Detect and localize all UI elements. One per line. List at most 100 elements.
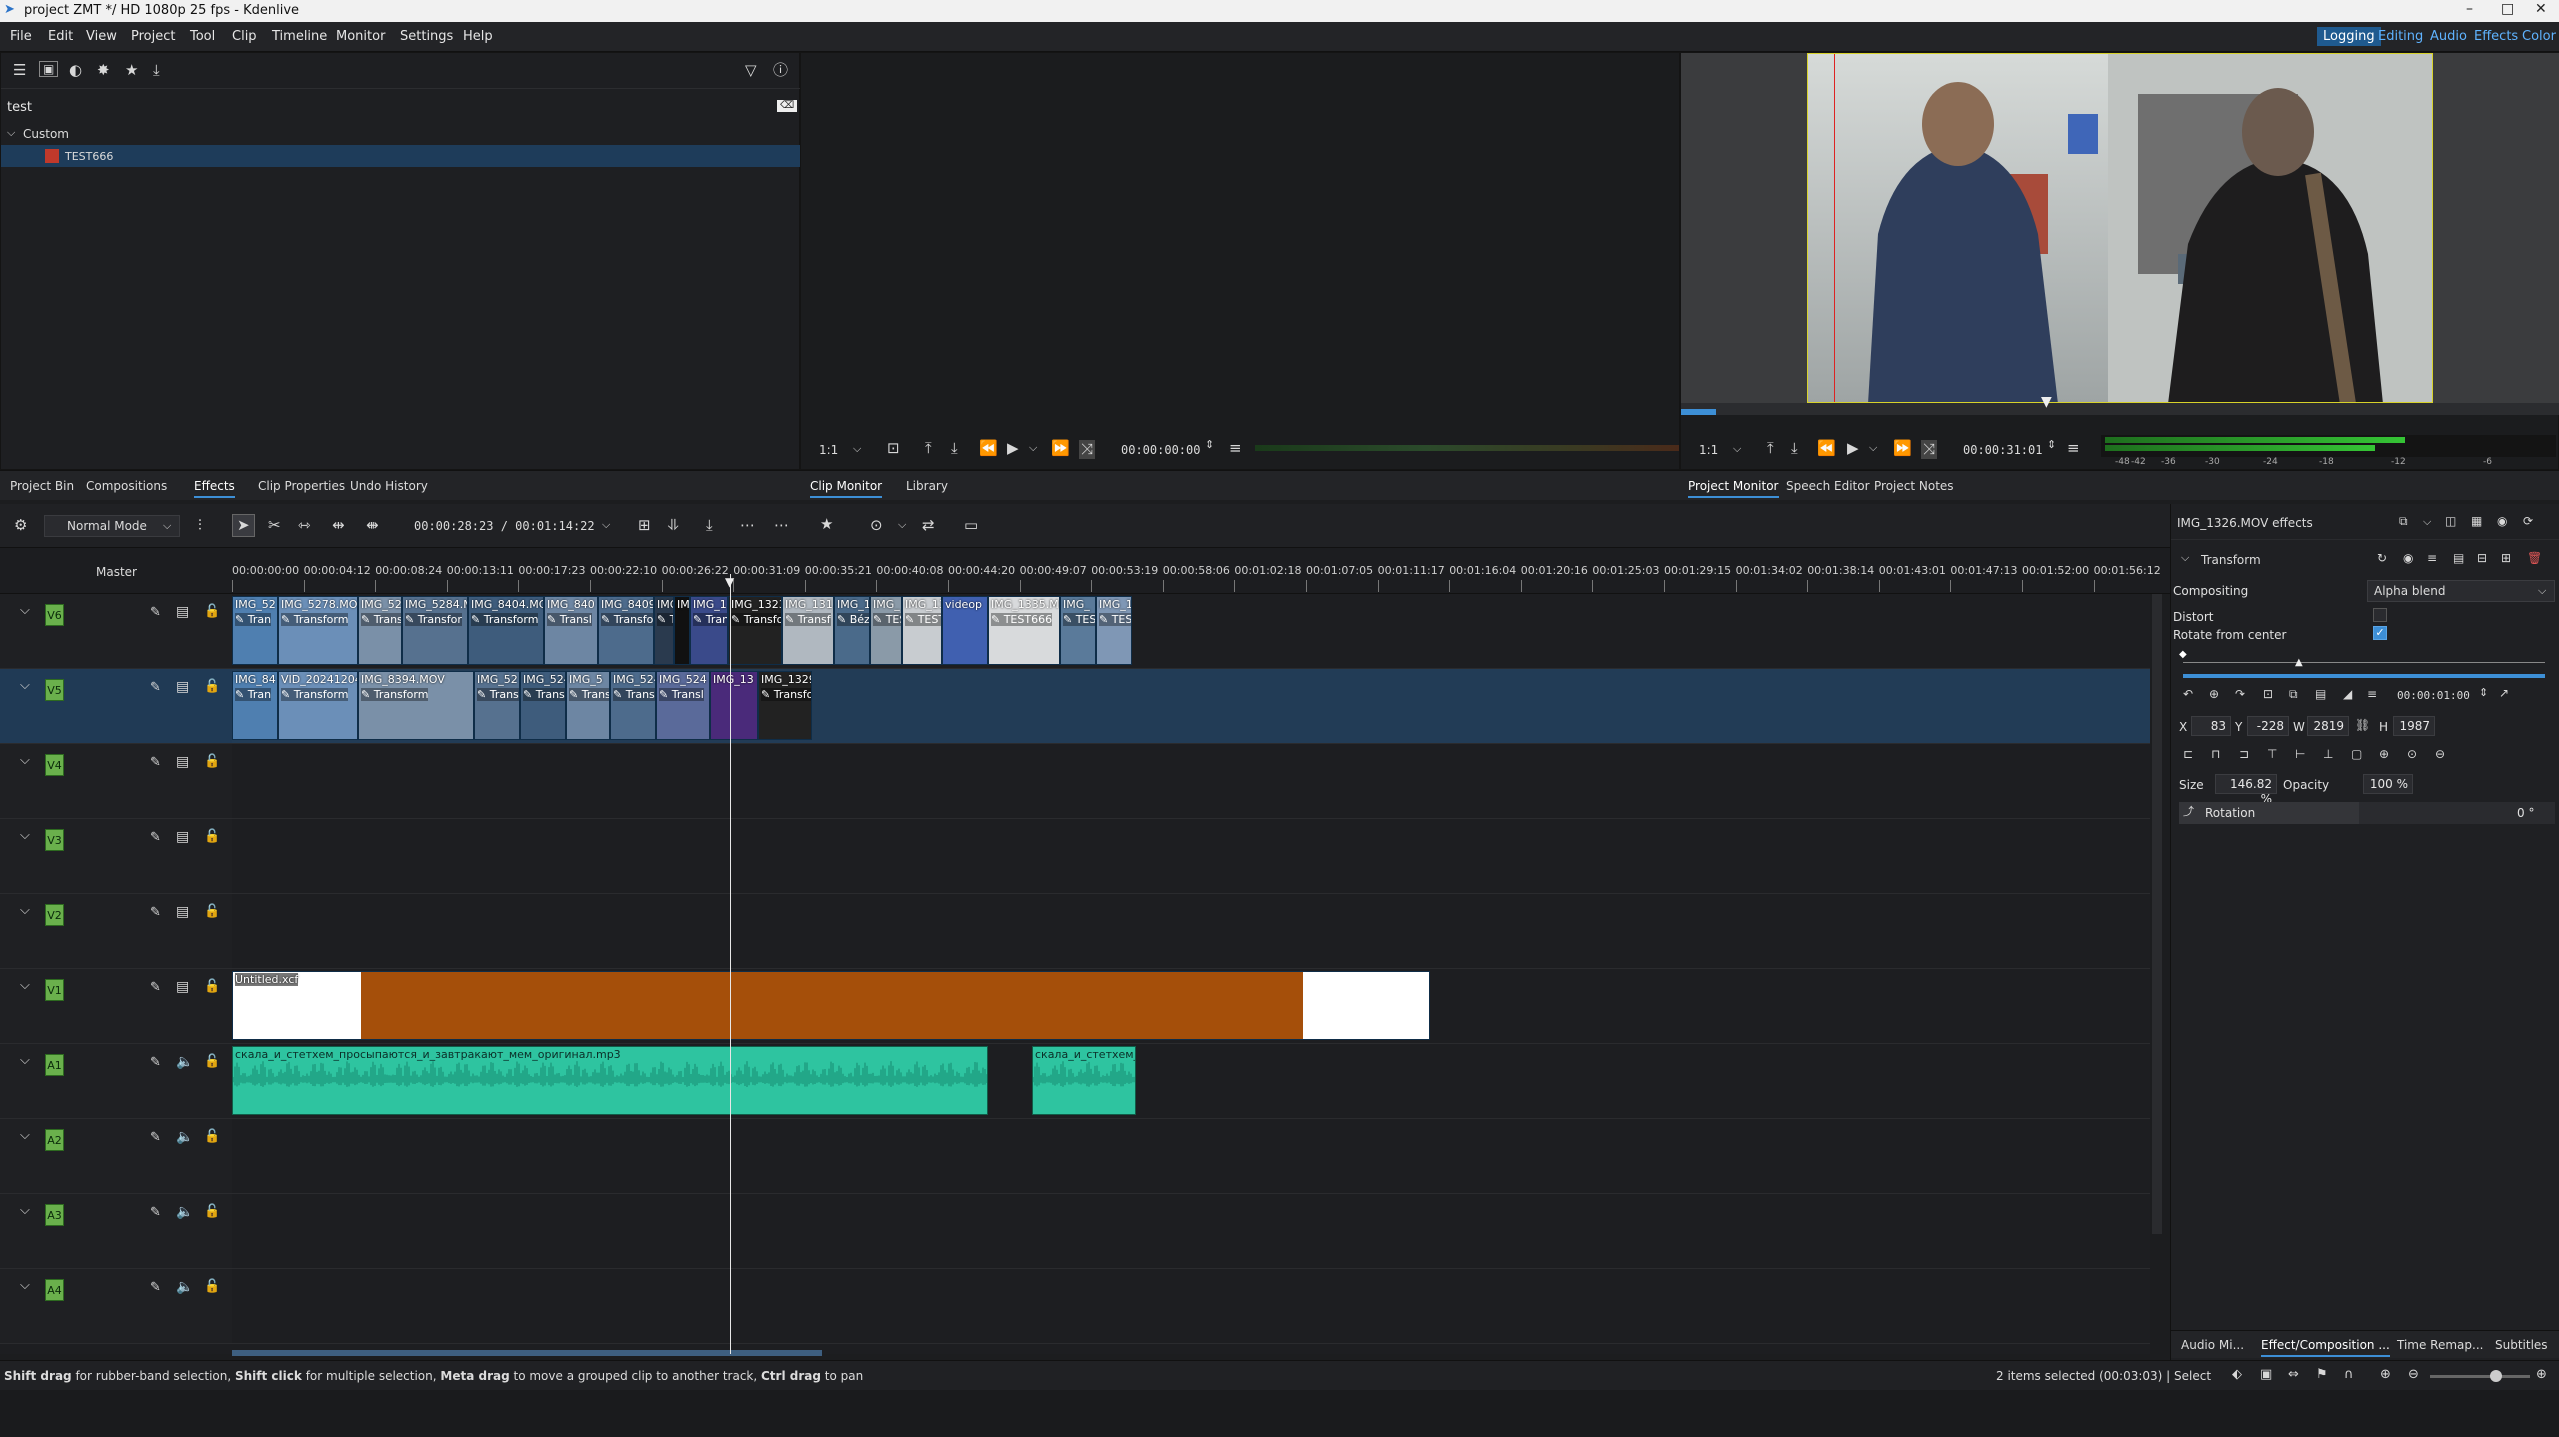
menu-file[interactable]: File	[10, 29, 32, 44]
timeline-clip[interactable]: IMG_5278.MO ✎ Transform	[278, 596, 358, 665]
hamburger-menu-icon[interactable]: ≡	[1229, 441, 1242, 456]
timeline-clip[interactable]: IMG_131 ✎ Transf	[782, 596, 834, 665]
track-lane-v3[interactable]	[232, 819, 2150, 894]
split-view-icon[interactable]: ◫	[2445, 515, 2456, 527]
favorite-effects-icon[interactable]: ★	[125, 63, 138, 78]
timeline-clip[interactable]: IMG_52 ✎ Trans	[358, 596, 402, 665]
workspace-color[interactable]: Color	[2522, 29, 2556, 44]
timeline-settings-icon[interactable]: ⚙	[14, 518, 27, 533]
chevron-down-icon[interactable]: ⌵	[20, 1054, 30, 1067]
insert-icon[interactable]: ⥥	[668, 518, 679, 533]
chevron-down-icon[interactable]: ⌵	[898, 519, 906, 530]
track-header-v4[interactable]: ⌵ V4 ✎ ▤ 🔓	[0, 744, 232, 819]
track-lane-a2[interactable]	[232, 1119, 2150, 1194]
track-lane-a3[interactable]	[232, 1194, 2150, 1269]
tab-speech-editor[interactable]: Speech Editor	[1786, 479, 1870, 493]
film-icon[interactable]: ▤	[176, 680, 189, 694]
track-header-a4[interactable]: ⌵ A4 ✎ 🔈 🔓	[0, 1269, 232, 1344]
timeline-ruler[interactable]: Master 00:00:00:00 00:00:04:12 00:00:08:24…	[0, 548, 2170, 594]
spin-icon[interactable]: ⇕	[2047, 439, 2056, 450]
zoom-out-icon[interactable]: ⊖	[2408, 1368, 2419, 1381]
paste-keyframe-icon[interactable]: ▤	[2315, 688, 2326, 700]
track-name[interactable]: V4	[45, 754, 64, 776]
workspace-audio[interactable]: Audio	[2430, 29, 2467, 44]
keyframe-marker-icon[interactable]: ◆	[2179, 650, 2187, 660]
timeline-clip[interactable]: VID_20241204 ✎ Transform	[278, 671, 358, 740]
align-right-icon[interactable]: ⊐	[2239, 748, 2249, 760]
timeline-clip[interactable]: IMG_8409 ✎ Transfo	[598, 596, 654, 665]
tab-undo-history[interactable]: Undo History	[350, 479, 428, 493]
track-header-v3[interactable]: ⌵ V3 ✎ ▤ 🔓	[0, 819, 232, 894]
presets-icon[interactable]: ⊞	[2501, 552, 2511, 564]
track-name[interactable]: V1	[45, 979, 64, 1001]
timeline-horizontal-scrollbar[interactable]	[232, 1350, 822, 1356]
zoom-in-icon[interactable]: ⊕	[2380, 1368, 2391, 1381]
workspace-logging[interactable]: Logging	[2317, 27, 2381, 46]
chevron-down-icon[interactable]: ⌵	[2181, 552, 2189, 563]
lock-icon[interactable]: 🔓	[204, 755, 220, 768]
align-left-icon[interactable]: ⊏	[2183, 748, 2193, 760]
track-header-v5[interactable]: ⌵ V5 ✎ ▤ 🔓	[0, 669, 232, 744]
lock-keyframe-icon[interactable]: ⊡	[2263, 688, 2273, 700]
zoom-in-icon[interactable]: ⊕	[2379, 748, 2389, 760]
timeline-playhead[interactable]	[730, 574, 731, 1354]
tab-audio-mixer[interactable]: Audio Mi...	[2181, 1338, 2244, 1352]
add-keyframe-icon[interactable]: ⊕	[2209, 688, 2219, 700]
save-stack-icon[interactable]: ▦	[2471, 515, 2482, 527]
lock-icon[interactable]: 🔓	[204, 1055, 220, 1068]
loop-icon[interactable]: ⤨	[1079, 440, 1096, 459]
marker-icon[interactable]: ⚑	[2316, 1368, 2328, 1381]
video-effects-icon[interactable]: ▣	[39, 61, 59, 77]
thumbnail-icon[interactable]: ▣	[2260, 1368, 2272, 1381]
tree-item-test666[interactable]: TEST666	[1, 145, 801, 167]
playhead-marker-icon[interactable]: ▼	[2041, 395, 2052, 409]
film-icon[interactable]: ▤	[176, 980, 189, 994]
timeline-clip[interactable]: IMG_1335.M ✎ TEST666	[988, 596, 1060, 665]
timeline-clip[interactable]: IMG_8404.MC ✎ Transform	[468, 596, 544, 665]
keyframes-icon[interactable]: ≡	[2427, 552, 2437, 564]
tab-subtitles[interactable]: Subtitles	[2495, 1338, 2548, 1352]
menu-settings[interactable]: Settings	[400, 29, 453, 44]
chevron-down-icon[interactable]: ⌵	[20, 979, 30, 992]
chevron-down-icon[interactable]: ⌵	[20, 1129, 30, 1142]
loop-icon[interactable]: ⤨	[1921, 440, 1938, 459]
timeline-clip[interactable]: IMG_52 ✎ Trans	[474, 671, 520, 740]
tag-icon[interactable]: ⬖	[2232, 1368, 2242, 1381]
set-out-icon[interactable]: ⤓	[951, 441, 958, 456]
effects-wand-icon[interactable]: ✎	[150, 831, 161, 844]
chevron-down-icon[interactable]: ⌵	[1869, 442, 1877, 453]
chevron-down-icon[interactable]: ⌵	[1029, 442, 1037, 453]
copy-keyframe-icon[interactable]: ⧉	[2289, 688, 2298, 700]
reset-icon[interactable]: ↻	[2377, 552, 2387, 564]
play-icon[interactable]: ▶	[1007, 441, 1019, 456]
delete-icon[interactable]: 🗑	[2527, 552, 2542, 564]
zoom-out-icon[interactable]: ⊖	[2435, 748, 2445, 760]
timeline-clip[interactable]: IMG_524 ✎ Transl	[656, 671, 710, 740]
keyframe-position-icon[interactable]: ▲	[2295, 658, 2303, 668]
chevron-down-icon[interactable]: ⌵	[602, 519, 610, 530]
track-name[interactable]: V3	[45, 829, 64, 851]
chevron-down-icon[interactable]: ⌵	[20, 754, 30, 767]
tab-project-monitor[interactable]: Project Monitor	[1688, 479, 1779, 498]
record-icon[interactable]: ⊙	[870, 518, 883, 533]
tab-time-remap[interactable]: Time Remap...	[2397, 1338, 2483, 1352]
download-effects-icon[interactable]: ⤓	[153, 63, 160, 78]
favorite-icon[interactable]: ★	[820, 517, 833, 532]
tab-project-bin[interactable]: Project Bin	[10, 479, 74, 493]
spin-icon[interactable]: ⇕	[2479, 687, 2488, 698]
list-view-icon[interactable]: ☰	[13, 63, 26, 78]
lock-icon[interactable]: 🔓	[204, 830, 220, 843]
chevron-down-icon[interactable]: ⌵	[20, 904, 30, 917]
next-keyframe-icon[interactable]: ↷	[2235, 688, 2245, 700]
tab-clip-monitor[interactable]: Clip Monitor	[810, 479, 883, 498]
menu-project[interactable]: Project	[131, 29, 175, 44]
effects-wand-icon[interactable]: ✎	[150, 756, 161, 769]
track-name[interactable]: V6	[45, 604, 64, 626]
track-lane-v2[interactable]	[232, 894, 2150, 969]
lock-icon[interactable]: 🔓	[204, 905, 220, 918]
chevron-down-icon[interactable]: ⌵	[7, 127, 15, 138]
lock-icon[interactable]: 🔓	[204, 1130, 220, 1143]
subtitle-icon[interactable]: ▭	[964, 518, 978, 533]
project-monitor-scrubber[interactable]: ▼	[1681, 395, 2559, 415]
menu-view[interactable]: View	[86, 29, 117, 44]
